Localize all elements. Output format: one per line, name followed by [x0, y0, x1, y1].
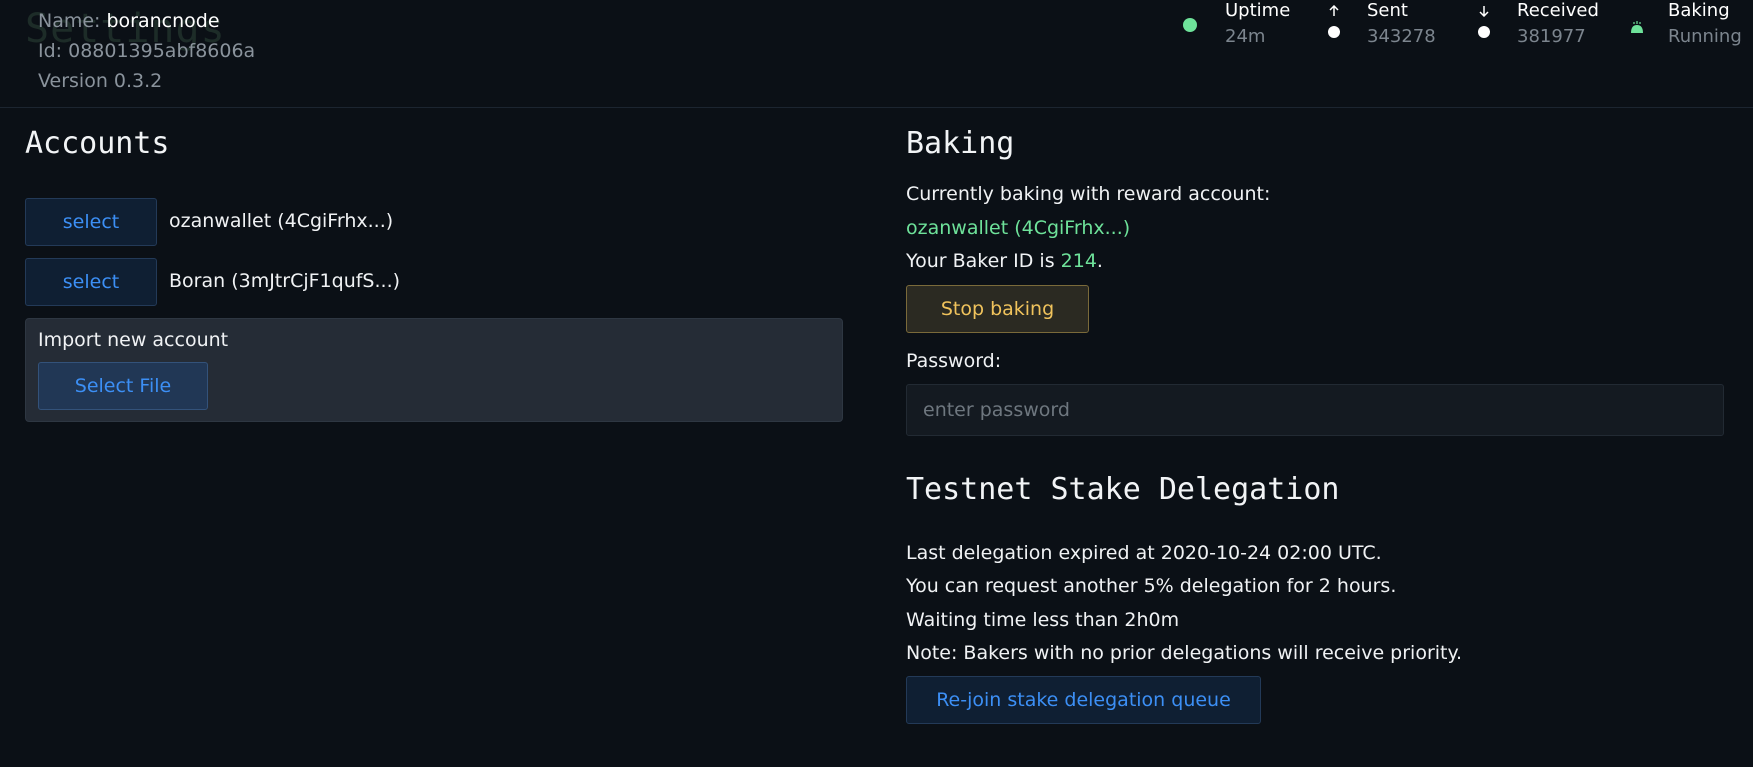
import-account-panel: Import new account Select File [25, 318, 843, 422]
baker-id-prefix: Your Baker ID is [906, 250, 1061, 272]
stat-baking: Baking Running [1629, 0, 1753, 60]
received-value: 381977 [1517, 26, 1586, 47]
baking-label: Baking [1668, 0, 1730, 21]
uptime-value: 24m [1225, 26, 1266, 47]
baker-id-line: Your Baker ID is 214. [906, 250, 1103, 272]
baker-id-value: 214 [1060, 250, 1097, 272]
node-name-label: Name: [38, 10, 107, 32]
baker-id-suffix: . [1096, 250, 1103, 272]
select-account-button-1[interactable]: select [25, 198, 157, 246]
password-input[interactable] [906, 384, 1724, 436]
baking-value: Running [1668, 26, 1742, 47]
baking-heading: Baking [906, 126, 1015, 161]
import-account-label: Import new account [38, 329, 229, 351]
password-label: Password: [906, 350, 1002, 372]
reward-account-text: Currently baking with reward account: [906, 183, 1271, 205]
node-name: Name: borancnode [38, 6, 255, 36]
delegation-request-text: You can request another 5% delegation fo… [906, 575, 1397, 597]
account-label-2: Boran (3mJtrCjF1qufS...) [169, 270, 401, 292]
bread-icon [1629, 18, 1645, 40]
top-header: Settings Name: borancnode Id: 08801395ab… [0, 0, 1753, 108]
node-name-value: borancnode [106, 10, 220, 32]
node-version: Version 0.3.2 [38, 70, 163, 92]
accounts-heading: Accounts [25, 126, 170, 161]
rejoin-delegation-button[interactable]: Re-join stake delegation queue [906, 676, 1261, 724]
stop-baking-button[interactable]: Stop baking [906, 285, 1089, 333]
delegation-waiting-text: Waiting time less than 2h0m [906, 609, 1180, 631]
uptime-status-icon [1183, 18, 1197, 32]
stat-received: Received 381977 [1477, 0, 1599, 60]
arrow-down-icon [1477, 0, 1491, 22]
delegation-note-text: Note: Bakers with no prior delegations w… [906, 642, 1463, 664]
received-label: Received [1517, 0, 1599, 21]
received-dot-icon [1478, 26, 1490, 38]
stat-uptime: Uptime 24m [1183, 0, 1293, 60]
select-file-button[interactable]: Select File [38, 362, 208, 410]
node-info: Name: borancnode Id: 08801395abf8606a Ve… [38, 6, 255, 96]
stat-sent: Sent 343278 [1327, 0, 1437, 60]
reward-account-name: ozanwallet (4CgiFrhx...) [906, 217, 1131, 239]
node-id: Id: 08801395abf8606a [38, 40, 256, 62]
delegation-heading: Testnet Stake Delegation [906, 472, 1340, 507]
select-account-button-2[interactable]: select [25, 258, 157, 306]
sent-value: 343278 [1367, 26, 1436, 47]
delegation-expired-text: Last delegation expired at 2020-10-24 02… [906, 542, 1382, 564]
uptime-label: Uptime [1225, 0, 1291, 21]
sent-label: Sent [1367, 0, 1408, 21]
account-label-1: ozanwallet (4CgiFrhx...) [169, 210, 394, 232]
arrow-up-icon [1327, 0, 1341, 22]
sent-dot-icon [1328, 26, 1340, 38]
